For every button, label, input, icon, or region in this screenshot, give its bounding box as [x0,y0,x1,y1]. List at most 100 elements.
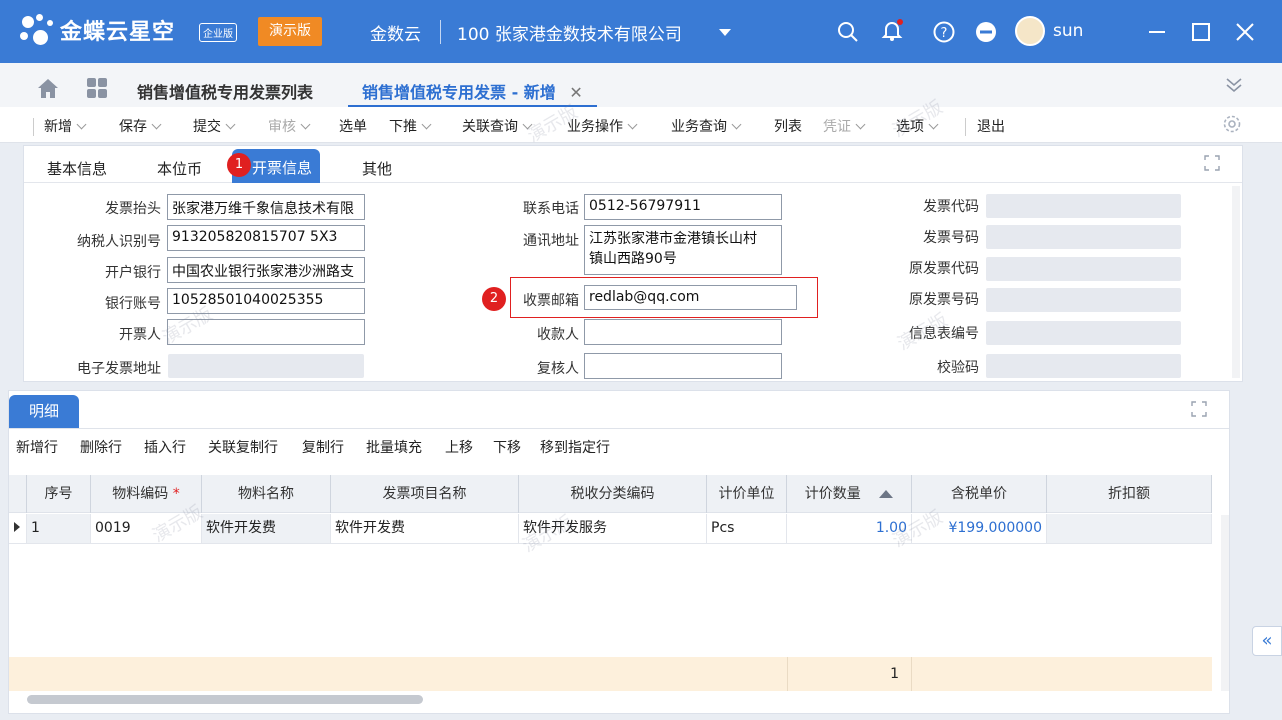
audit-button[interactable]: 审核 [268,116,311,136]
business-ops-button[interactable]: 业务操作 [567,116,638,136]
tab-detail[interactable]: 明细 [9,395,79,428]
org-dropdown-icon[interactable] [719,29,731,36]
bank-field[interactable]: 中国农业银行张家港沙洲路支 [167,257,365,283]
invoice-number-field [986,225,1181,249]
table-row[interactable]: 1 0019 软件开发费 软件开发费 软件开发服务 Pcs 1.00 ¥199.… [9,514,1212,544]
move-to-row-button[interactable]: 移到指定行 [540,437,610,457]
email-field[interactable]: redlab@qq.com [584,285,797,310]
notification-bell-icon[interactable] [880,18,904,42]
col-material-code[interactable]: 物料编码 * [91,475,202,513]
col-pricing-qty[interactable]: 计价数量 [787,475,912,513]
col-material-name[interactable]: 物料名称 [202,475,331,513]
col-tax-category-code[interactable]: 税收分类编码 [519,475,707,513]
col-seq[interactable]: 序号 [27,475,91,513]
tab-invoice-new[interactable]: 销售增值税专用发票 - 新增 ✕ [348,72,597,107]
search-icon[interactable] [836,20,860,44]
detail-tab-divider [9,428,1229,429]
expand-icon[interactable] [1204,155,1220,171]
minus-circle-icon[interactable] [974,20,998,44]
address-line-2: 镇山西路90号 [589,251,677,267]
user-name[interactable]: sun [1053,21,1083,41]
select-bill-button[interactable]: 选单 [339,116,367,136]
delete-row-button[interactable]: 删除行 [80,437,122,457]
avatar[interactable] [1015,16,1045,46]
insert-row-button[interactable]: 插入行 [144,437,186,457]
col-tax-incl-price[interactable]: 含税单价 [912,475,1047,513]
account-label: 银行账号 [105,296,161,312]
cell-tax-category-code[interactable]: 软件开发服务 [519,514,707,543]
help-icon[interactable]: ? [932,20,956,44]
payee-label: 收款人 [537,327,579,343]
info-sheet-number-field [986,321,1181,345]
tab-invoice-list[interactable]: 销售增值税专用发票列表 [137,79,313,103]
save-button[interactable]: 保存 [119,116,162,136]
original-invoice-code-label: 原发票代码 [909,261,979,277]
phone-label: 联系电话 [523,201,579,217]
col-invoice-item-name[interactable]: 发票项目名称 [331,475,519,513]
svg-text:?: ? [941,26,948,41]
push-down-button[interactable]: 下推 [389,116,432,136]
tab-close-icon[interactable]: ✕ [569,83,582,102]
sort-asc-icon[interactable] [879,490,894,498]
tenant-name[interactable]: 金数云 [370,20,421,45]
cell-tax-incl-price[interactable]: ¥199.000000 [912,514,1047,543]
grid-scrollbar[interactable] [1221,515,1229,691]
cell-material-name[interactable]: 软件开发费 [202,514,331,543]
cell-invoice-item-name[interactable]: 软件开发费 [331,514,519,543]
tab-invoice-new-label: 销售增值税专用发票 - 新增 [362,83,556,102]
minimize-icon[interactable] [1145,20,1169,44]
row-indicator-header [9,475,27,513]
summary-row: 1 [9,657,1212,691]
options-button[interactable]: 选项 [896,116,939,136]
batch-fill-button[interactable]: 批量填充 [366,437,422,457]
move-up-button[interactable]: 上移 [445,437,473,457]
title-bar: 金蝶云星空 企业版 演示版 金数云 100 张家港金数技术有限公司 ? sun [0,0,1282,63]
original-invoice-number-field [986,288,1181,312]
invoice-number-label: 发票号码 [923,230,979,246]
close-icon[interactable] [1233,20,1257,44]
taxpayer-id-field[interactable]: 913205820815707 5X3 [167,225,365,251]
maximize-icon[interactable] [1189,20,1213,44]
original-invoice-code-field [986,257,1181,281]
home-icon[interactable] [36,77,60,99]
collapse-chevron-icon[interactable] [1224,75,1244,95]
list-button[interactable]: 列表 [774,116,802,136]
cell-material-code[interactable]: 0019 [91,514,202,543]
cell-pricing-qty[interactable]: 1.00 [787,514,912,543]
invoice-title-field[interactable]: 张家港万维千象信息技术有限 [167,194,365,220]
payee-field[interactable] [584,319,782,345]
tab-base-currency[interactable]: 本位币 [157,158,202,179]
voucher-button[interactable]: 凭证 [823,116,866,136]
expand-side-icon[interactable]: « [1252,626,1282,656]
settings-gear-icon[interactable] [1222,114,1242,134]
copy-row-button[interactable]: 复制行 [302,437,344,457]
col-discount[interactable]: 折扣额 [1047,475,1212,513]
phone-field[interactable]: 0512-56797911 [584,194,782,220]
related-query-button[interactable]: 关联查询 [462,116,533,136]
col-pricing-unit[interactable]: 计价单位 [707,475,787,513]
related-copy-row-button[interactable]: 关联复制行 [208,437,278,457]
invoice-code-field [986,194,1181,218]
business-query-button[interactable]: 业务查询 [671,116,742,136]
panel-scrollbar[interactable] [1232,186,1240,378]
account-field[interactable]: 10528501040025355 [167,288,365,314]
tab-other[interactable]: 其他 [362,158,392,179]
invoice-code-label: 发票代码 [923,199,979,215]
cell-pricing-unit[interactable]: Pcs [707,514,787,543]
horizontal-scrollbar[interactable] [27,695,423,704]
submit-button[interactable]: 提交 [193,116,236,136]
edition-badge: 企业版 [199,23,237,42]
apps-grid-icon[interactable] [86,77,108,99]
move-down-button[interactable]: 下移 [493,437,521,457]
drawer-field[interactable] [167,319,365,345]
org-selector[interactable]: 100 张家港金数技术有限公司 [457,20,682,45]
reviewer-field[interactable] [584,353,782,379]
grid-header: 序号 物料编码 * 物料名称 发票项目名称 税收分类编码 计价单位 计价数量 含… [9,475,1212,513]
tab-basic-info[interactable]: 基本信息 [47,158,107,179]
cell-discount[interactable] [1047,514,1212,543]
exit-button[interactable]: 退出 [977,116,1005,136]
expand-icon[interactable] [1191,401,1207,417]
new-button[interactable]: 新增 [44,116,87,136]
add-row-button[interactable]: 新增行 [16,437,58,457]
address-field[interactable]: 江苏张家港市金港镇长山村 镇山西路90号 [584,225,782,275]
